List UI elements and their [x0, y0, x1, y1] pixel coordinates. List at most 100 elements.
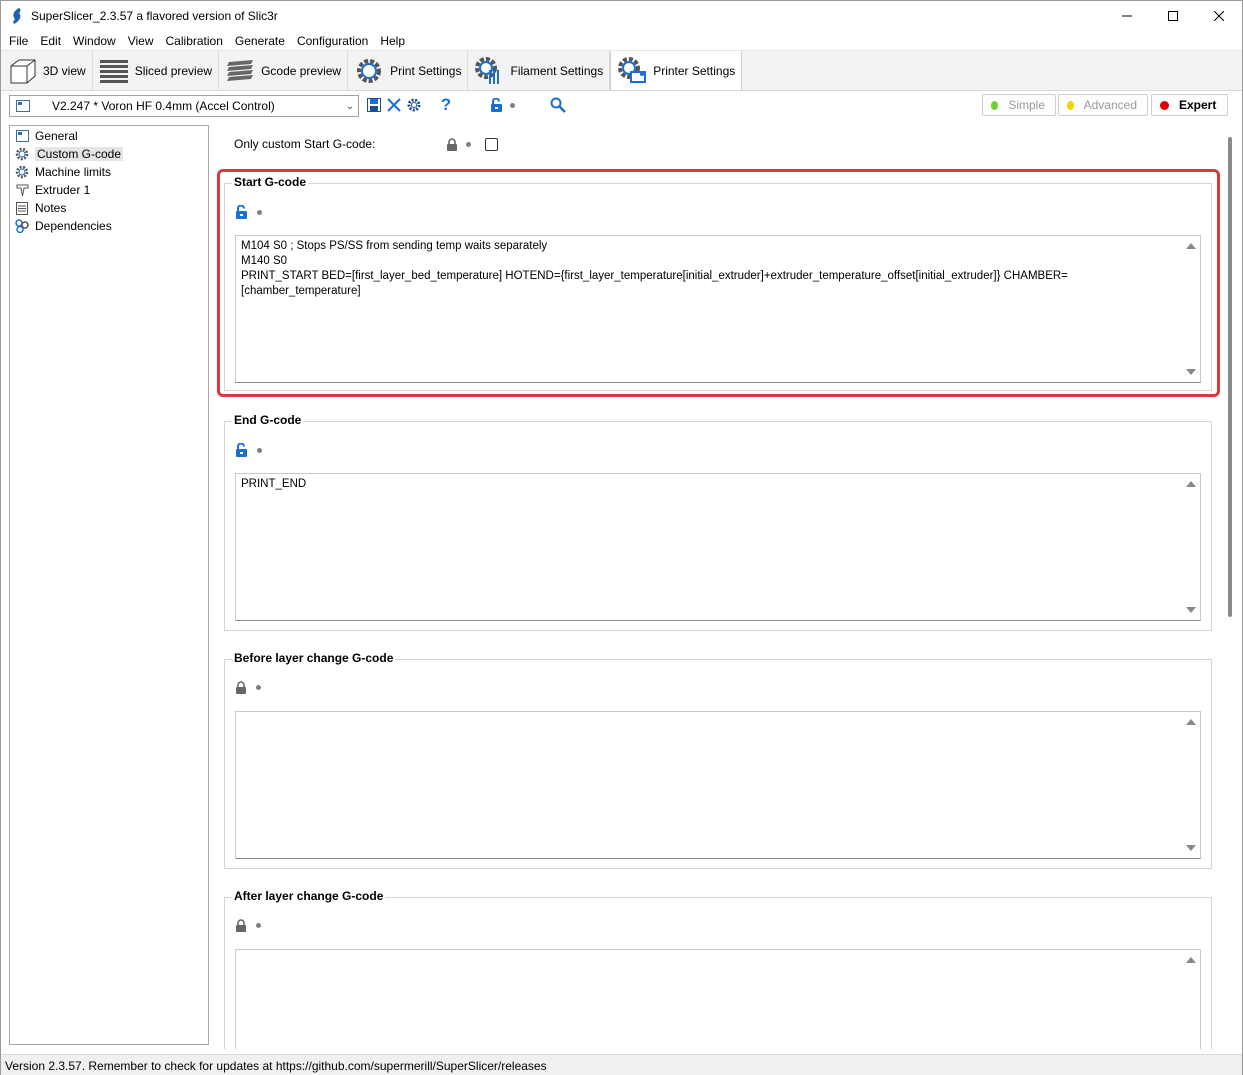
mode-advanced-label: Advanced [1083, 98, 1137, 112]
question-icon: ? [440, 95, 452, 114]
delete-preset-button[interactable] [385, 95, 403, 115]
main-tab-bar: 3D view Sliced preview Gcode preview Pri… [1, 51, 1242, 91]
menu-edit[interactable]: Edit [34, 34, 67, 48]
menu-generate[interactable]: Generate [229, 34, 291, 48]
window-title: SuperSlicer_2.3.57 a flavored version of… [31, 9, 278, 23]
unlock-icon[interactable] [235, 205, 249, 219]
end-gcode-editor[interactable]: PRINT_END [235, 473, 1201, 621]
menu-window[interactable]: Window [67, 34, 122, 48]
scroll-down-icon[interactable] [1186, 845, 1196, 851]
mode-simple-button[interactable]: Simple [982, 94, 1056, 116]
printer-gear-icon [617, 56, 647, 86]
scroll-down-icon[interactable] [1186, 607, 1196, 613]
advanced-mode-dot-icon [1067, 100, 1074, 110]
unlock-icon[interactable] [235, 443, 249, 457]
tab-filament-settings[interactable]: Filament Settings [468, 51, 611, 90]
start-gcode-lock-row [235, 205, 262, 219]
lock-icon[interactable] [235, 681, 247, 694]
tab-sliced-preview-label: Sliced preview [134, 63, 213, 78]
tab-filament-settings-label: Filament Settings [510, 63, 604, 78]
lock-legend-button[interactable] [487, 95, 517, 115]
mode-expert-label: Expert [1179, 98, 1217, 112]
menu-help[interactable]: Help [374, 34, 411, 48]
mode-expert-button[interactable]: Expert [1151, 94, 1228, 116]
mode-advanced-button[interactable]: Advanced [1058, 94, 1148, 116]
mode-simple-label: Simple [1008, 98, 1045, 112]
gear-icon [15, 147, 29, 161]
menu-configuration[interactable]: Configuration [291, 34, 374, 48]
after-layer-change-gcode-editor[interactable] [235, 949, 1201, 1049]
tab-3d-view[interactable]: 3D view [1, 51, 93, 90]
tree-item-dependencies-label: Dependencies [35, 219, 112, 233]
scroll-down-icon[interactable] [1186, 369, 1196, 375]
end-gcode-group: End G-code PRINT_END [224, 413, 1212, 631]
settings-scrollbar[interactable] [1223, 125, 1237, 1049]
after-layer-change-lock-row [235, 919, 261, 932]
compare-presets-button[interactable] [406, 95, 422, 115]
only-custom-start-gcode-row: Only custom Start G-code: [234, 135, 498, 153]
scroll-up-icon[interactable] [1186, 481, 1196, 487]
before-layer-change-gcode-editor[interactable] [235, 711, 1201, 859]
maximize-button[interactable] [1150, 1, 1196, 31]
end-gcode-scrollbar[interactable] [1182, 474, 1200, 620]
lock-icon[interactable] [235, 919, 247, 932]
scroll-up-icon[interactable] [1186, 957, 1196, 963]
tree-item-machine-limits[interactable]: Machine limits [10, 163, 208, 181]
end-gcode-lock-row [235, 443, 262, 457]
tree-item-notes-label: Notes [35, 201, 67, 215]
before-layer-change-lock-row [235, 681, 261, 694]
help-button[interactable]: ? [438, 95, 454, 115]
minimize-icon [1122, 15, 1132, 17]
tab-sliced-preview[interactable]: Sliced preview [92, 51, 220, 90]
search-button[interactable] [549, 95, 567, 115]
tab-printer-settings-label: Printer Settings [653, 63, 736, 78]
settings-content: Only custom Start G-code: Start G-code M… [215, 125, 1223, 1049]
tab-gcode-preview[interactable]: Gcode preview [219, 51, 349, 90]
delete-x-icon [387, 98, 401, 112]
value-dot-icon [509, 102, 515, 108]
printer-preset-icon [16, 100, 30, 112]
scroll-up-icon[interactable] [1186, 719, 1196, 725]
gear-icon [15, 165, 29, 179]
tree-item-dependencies[interactable]: Dependencies [10, 217, 208, 235]
start-gcode-scrollbar[interactable] [1182, 236, 1200, 382]
close-button[interactable] [1196, 1, 1242, 31]
tree-item-custom-gcode[interactable]: Custom G-code [10, 145, 208, 163]
notes-icon [15, 201, 29, 215]
preset-toolbar: V2.247 * Voron HF 0.4mm (Accel Control) … [1, 91, 1242, 121]
only-custom-start-gcode-checkbox[interactable] [485, 137, 498, 151]
after-layer-change-scrollbar[interactable] [1182, 950, 1200, 1049]
before-layer-change-scrollbar[interactable] [1182, 712, 1200, 858]
layers-icon [99, 56, 129, 86]
menu-file[interactable]: File [3, 34, 34, 48]
end-gcode-text[interactable]: PRINT_END [241, 477, 1178, 492]
value-dot-icon [466, 141, 471, 147]
menu-view[interactable]: View [122, 34, 160, 48]
settings-page-tree: General Custom G-code Machine limits Ext… [9, 125, 209, 1045]
dependencies-icon [15, 219, 29, 233]
tree-item-notes[interactable]: Notes [10, 199, 208, 217]
after-layer-change-gcode-title: After layer change G-code [232, 889, 386, 903]
tab-printer-settings[interactable]: Printer Settings [610, 51, 743, 90]
scroll-up-icon[interactable] [1186, 243, 1196, 249]
minimize-button[interactable] [1104, 1, 1150, 31]
scrollbar-thumb[interactable] [1228, 137, 1232, 617]
search-icon [550, 97, 566, 113]
only-custom-start-gcode-label: Only custom Start G-code: [234, 137, 376, 151]
superslicer-logo-icon [13, 8, 21, 24]
save-preset-button[interactable] [366, 95, 382, 115]
tree-item-general[interactable]: General [10, 127, 208, 145]
gcode-layers-icon [225, 56, 255, 86]
start-gcode-title: Start G-code [232, 175, 309, 189]
menu-calibration[interactable]: Calibration [160, 34, 229, 48]
save-icon [367, 98, 381, 112]
gear-icon [354, 56, 384, 86]
start-gcode-text[interactable]: M104 S0 ; Stops PS/SS from sending temp … [241, 239, 1178, 299]
start-gcode-group: Start G-code M104 S0 ; Stops PS/SS from … [224, 175, 1212, 391]
filament-gear-icon [474, 56, 504, 86]
start-gcode-editor[interactable]: M104 S0 ; Stops PS/SS from sending temp … [235, 235, 1201, 383]
tab-print-settings[interactable]: Print Settings [348, 51, 469, 90]
tree-item-extruder-1[interactable]: Extruder 1 [10, 181, 208, 199]
printer-preset-combo[interactable]: V2.247 * Voron HF 0.4mm (Accel Control) … [9, 95, 359, 117]
printer-preset-value: V2.247 * Voron HF 0.4mm (Accel Control) [52, 99, 275, 113]
